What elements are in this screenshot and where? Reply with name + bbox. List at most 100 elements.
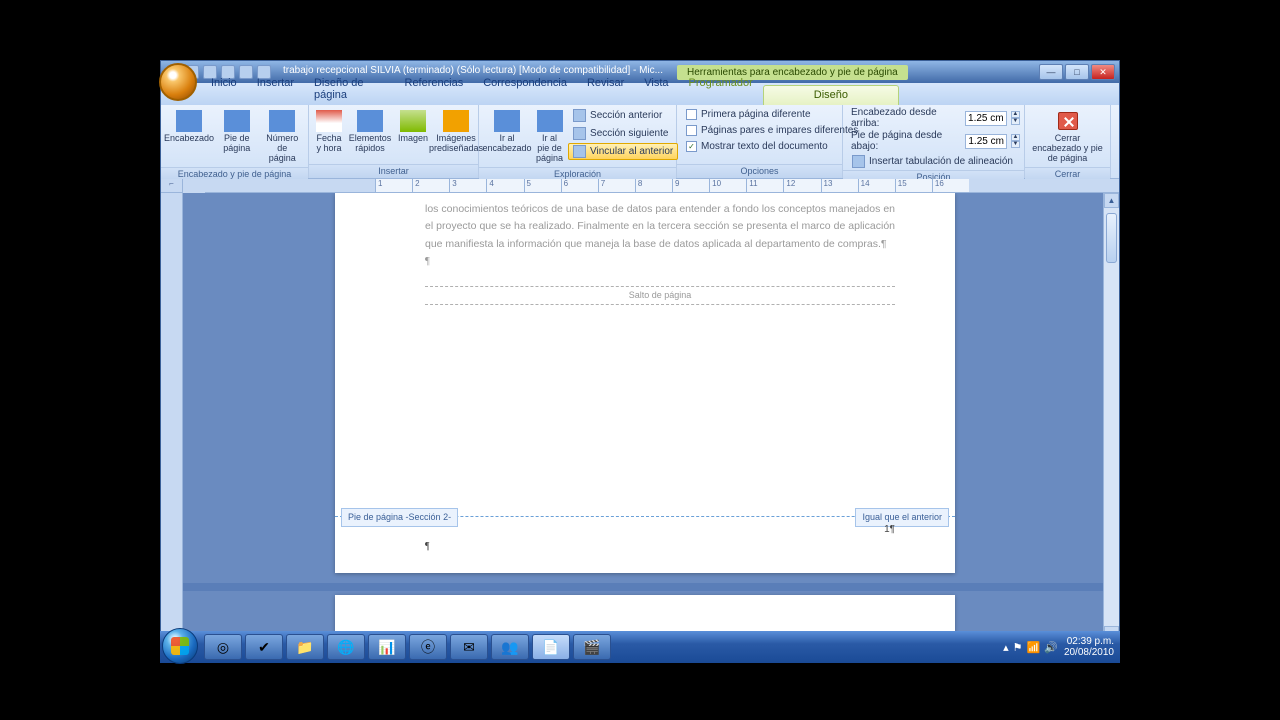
page-break-indicator: Salto de página	[425, 286, 895, 305]
footer-page-number: 1¶	[884, 522, 895, 539]
mostrar-texto-checkbox[interactable]: ✓ Mostrar texto del documento	[681, 139, 863, 154]
spin-down-icon[interactable]: ▼	[1011, 141, 1020, 148]
label: Fecha y hora	[316, 134, 342, 154]
primera-pagina-checkbox[interactable]: Primera página diferente	[681, 107, 863, 122]
taskbar-item-outlook[interactable]: ✉	[450, 634, 488, 660]
tab-referencias[interactable]: Referencias	[395, 74, 474, 105]
taskbar-item-hp[interactable]: ◎	[204, 634, 242, 660]
tab-diseno[interactable]: Diseño	[763, 85, 899, 105]
label: Ir al pie de página	[536, 134, 563, 164]
taskbar-item-check[interactable]: ✔	[245, 634, 283, 660]
maximize-button[interactable]: □	[1065, 64, 1089, 80]
body-paragraph: los conocimientos teóricos de una base d…	[425, 201, 895, 253]
spin-up-icon[interactable]: ▲	[1011, 134, 1020, 141]
seccion-siguiente-button[interactable]: Sección siguiente	[568, 125, 678, 142]
tray-network-icon[interactable]: 📶	[1027, 641, 1041, 654]
taskbar-item-explorer[interactable]: 📁	[286, 634, 324, 660]
prev-section-icon	[573, 109, 586, 122]
taskbar-item-messenger[interactable]: 👥	[491, 634, 529, 660]
ir-pie-button[interactable]: Ir al pie de página	[533, 107, 566, 167]
header-from-top-field: Encabezado desde arriba: ▲▼	[847, 107, 1020, 129]
scroll-thumb[interactable]	[1106, 213, 1117, 263]
footer-from-bottom-input[interactable]	[965, 134, 1007, 149]
footer-from-bottom-field: Pie de página desde abajo: ▲▼	[847, 130, 1020, 152]
tray-flag-icon[interactable]: ⚑	[1013, 641, 1023, 654]
label: Pie de página desde abajo:	[851, 130, 961, 152]
tab-diseno-pagina[interactable]: Diseño de página	[304, 74, 395, 105]
label: Sección siguiente	[590, 128, 668, 139]
tray-arrow-icon[interactable]: ▴	[1003, 641, 1009, 654]
next-section-icon	[573, 127, 586, 140]
tab-revisar[interactable]: Revisar	[577, 74, 634, 105]
encabezado-button[interactable]: Encabezado	[165, 107, 213, 147]
header-from-top-input[interactable]	[965, 111, 1007, 126]
numero-pagina-button[interactable]: Número de página	[261, 107, 305, 167]
label: Mostrar texto del documento	[701, 141, 828, 152]
word-window: trabajo recepcional SILVIA (terminado) (…	[160, 60, 1120, 660]
label: Ir al encabezado	[482, 134, 531, 154]
insertar-tabulacion-button[interactable]: Insertar tabulación de alineación	[847, 153, 1020, 170]
label: Sección anterior	[590, 110, 662, 121]
close-button[interactable]: ✕	[1091, 64, 1115, 80]
group-exploracion: Ir al encabezado Ir al pie de página Sec…	[479, 105, 677, 178]
tab-vista[interactable]: Vista	[634, 74, 678, 105]
horizontal-ruler[interactable]: 12345678910111213141516	[205, 179, 1119, 193]
label: Número de página	[264, 134, 302, 164]
office-button[interactable]	[159, 63, 197, 101]
pie-pagina-button[interactable]: Pie de página	[215, 107, 259, 157]
imagen-button[interactable]: Imagen	[395, 107, 431, 147]
taskbar-item-word[interactable]: 📄	[532, 634, 570, 660]
checkbox-icon: ✓	[686, 141, 697, 152]
footer-content[interactable]: 1¶ ¶	[425, 522, 895, 555]
group-opciones: Primera página diferente Páginas pares e…	[677, 105, 843, 178]
vertical-scrollbar[interactable]: ▲ ▼	[1103, 193, 1119, 641]
label: Vincular al anterior	[590, 146, 673, 157]
taskbar-item-media[interactable]: 🎬	[573, 634, 611, 660]
label: Encabezado	[164, 134, 214, 144]
footer-zone[interactable]: Pie de página -Sección 2- Igual que el a…	[335, 516, 955, 517]
vertical-ruler[interactable]	[161, 193, 183, 641]
label: Imagen	[398, 134, 428, 144]
label: Insertar tabulación de alineación	[869, 156, 1013, 167]
imagenes-predisenadas-button[interactable]: Imágenes prediseñadas	[433, 107, 479, 157]
close-icon	[1058, 112, 1078, 130]
start-button[interactable]	[162, 628, 198, 664]
checkbox-icon	[686, 125, 697, 136]
tray-clock[interactable]: 02:39 p.m. 20/08/2010	[1064, 636, 1114, 658]
group-posicion: Encabezado desde arriba: ▲▼ Pie de págin…	[843, 105, 1025, 178]
spin-up-icon[interactable]: ▲	[1011, 111, 1020, 118]
group-encabezado-pie: Encabezado Pie de página Número de págin…	[161, 105, 309, 178]
label: Páginas pares e impares diferentes	[701, 125, 858, 136]
document-scroll[interactable]: los conocimientos teóricos de una base d…	[183, 193, 1119, 641]
pilcrow-mark: ¶	[425, 253, 895, 270]
tab-inicio[interactable]: Inicio	[201, 74, 247, 105]
paginas-pares-checkbox[interactable]: Páginas pares e impares diferentes	[681, 123, 863, 138]
tray-volume-icon[interactable]: 🔊	[1044, 641, 1058, 654]
taskbar-item-browser[interactable]: 🌐	[327, 634, 365, 660]
label: Pie de página	[218, 134, 256, 154]
page[interactable]	[335, 595, 955, 635]
label: Encabezado desde arriba:	[851, 107, 961, 129]
vincular-anterior-button[interactable]: Vincular al anterior	[568, 143, 678, 160]
tray-date: 20/08/2010	[1064, 647, 1114, 658]
seccion-anterior-button[interactable]: Sección anterior	[568, 107, 678, 124]
tab-correspondencia[interactable]: Correspondencia	[473, 74, 577, 105]
ribbon-tabstrip: Inicio Insertar Diseño de página Referen…	[161, 83, 1119, 105]
fecha-hora-button[interactable]: Fecha y hora	[313, 107, 345, 157]
cerrar-encabezado-button[interactable]: Cerrar encabezado y pie de página	[1029, 107, 1106, 167]
page-gap	[183, 583, 1107, 591]
taskbar-item-ie[interactable]: ⓔ	[409, 634, 447, 660]
group-cerrar: Cerrar encabezado y pie de página Cerrar	[1025, 105, 1111, 178]
tab-insertar[interactable]: Insertar	[247, 74, 304, 105]
ir-encabezado-button[interactable]: Ir al encabezado	[483, 107, 531, 157]
pilcrow-mark: ¶	[425, 541, 430, 552]
elementos-rapidos-button[interactable]: Elementos rápidos	[347, 107, 393, 157]
checkbox-icon	[686, 109, 697, 120]
page[interactable]: los conocimientos teóricos de una base d…	[335, 193, 955, 573]
taskbar-item-excel[interactable]: 📊	[368, 634, 406, 660]
tab-programador[interactable]: Programador	[679, 74, 763, 105]
scroll-up-icon[interactable]: ▲	[1104, 193, 1119, 208]
spin-down-icon[interactable]: ▼	[1011, 118, 1020, 125]
minimize-button[interactable]: —	[1039, 64, 1063, 80]
label: Cerrar encabezado y pie de página	[1032, 134, 1103, 164]
